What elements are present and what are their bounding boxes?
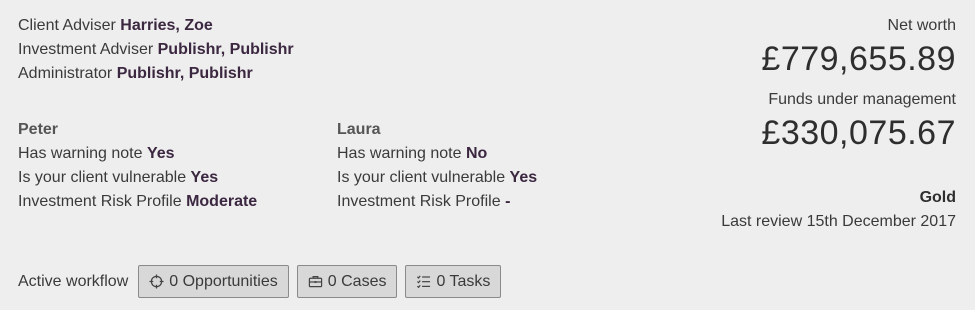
investment-adviser-value: Publishr, Publishr (157, 41, 294, 58)
client-column-peter: Peter Has warning note Yes Is your clien… (18, 118, 257, 214)
client-column-laura: Laura Has warning note No Is your client… (337, 118, 537, 214)
vulnerable-label: Is your client vulnerable (18, 169, 187, 186)
warning-note-label: Has warning note (18, 145, 143, 162)
risk-profile-value: Moderate (186, 193, 258, 210)
client-adviser-label: Client Adviser (18, 17, 116, 34)
warning-note-value: Yes (146, 145, 175, 162)
last-review-text: Last review 15th December 2017 (721, 213, 956, 230)
cases-button[interactable]: 0 Cases (296, 265, 398, 298)
advisers-section: Client Adviser Harries, Zoe Investment A… (18, 14, 294, 86)
net-worth-label: Net worth (887, 17, 956, 34)
tier-badge: Gold (919, 189, 956, 206)
vulnerable-row: Is your client vulnerable Yes (18, 166, 257, 190)
client-adviser-row: Client Adviser Harries, Zoe (18, 14, 294, 38)
vulnerable-value: Yes (190, 169, 219, 186)
fum-value: £330,075.67 (761, 114, 956, 152)
risk-profile-label: Investment Risk Profile (18, 193, 182, 210)
vulnerable-value: Yes (509, 169, 538, 186)
cases-button-label: 0 Cases (327, 272, 387, 290)
crosshair-icon (149, 274, 164, 289)
warning-note-row: Has warning note No (337, 142, 537, 166)
client-name: Peter (18, 121, 59, 138)
client-tier-section: Gold Last review 15th December 2017 (721, 186, 956, 234)
administrator-row: Administrator Publishr, Publishr (18, 62, 294, 86)
risk-profile-row: Investment Risk Profile - (337, 190, 537, 214)
warning-note-label: Has warning note (337, 145, 462, 162)
risk-profile-label: Investment Risk Profile (337, 193, 501, 210)
warning-note-row: Has warning note Yes (18, 142, 257, 166)
opportunities-button[interactable]: 0 Opportunities (138, 265, 289, 298)
investment-adviser-row: Investment Adviser Publishr, Publishr (18, 38, 294, 62)
tasks-button-label: 0 Tasks (436, 272, 491, 290)
client-summary-panel: Client Adviser Harries, Zoe Investment A… (0, 0, 975, 310)
risk-profile-row: Investment Risk Profile Moderate (18, 190, 257, 214)
briefcase-icon (308, 274, 323, 289)
opportunities-button-label: 0 Opportunities (169, 272, 278, 290)
active-workflow-bar: Active workflow 0 Opportunities 0 Cases … (18, 265, 502, 298)
warning-note-value: No (465, 145, 488, 162)
active-workflow-label: Active workflow (18, 272, 129, 290)
investment-adviser-label: Investment Adviser (18, 41, 154, 58)
vulnerable-row: Is your client vulnerable Yes (337, 166, 537, 190)
risk-profile-value: - (505, 193, 511, 210)
checklist-icon (416, 274, 431, 289)
financial-summary: Net worth £779,655.89 Funds under manage… (761, 14, 956, 154)
administrator-value: Publishr, Publishr (116, 65, 253, 82)
fum-label: Funds under management (768, 91, 956, 108)
client-name: Laura (337, 121, 381, 138)
tasks-button[interactable]: 0 Tasks (405, 265, 502, 298)
vulnerable-label: Is your client vulnerable (337, 169, 506, 186)
administrator-label: Administrator (18, 65, 113, 82)
net-worth-value: £779,655.89 (761, 40, 956, 78)
client-adviser-value: Harries, Zoe (120, 17, 213, 34)
